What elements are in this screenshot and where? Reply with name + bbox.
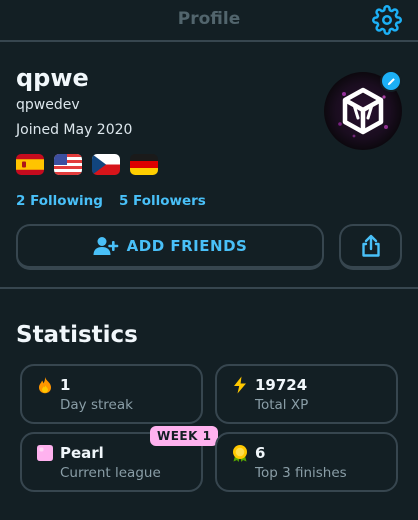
- stat-card-top3: 6 Top 3 finishes: [215, 432, 398, 492]
- page-title: Profile: [177, 9, 241, 29]
- czech-flag[interactable]: [92, 154, 120, 175]
- gear-icon[interactable]: [372, 5, 402, 35]
- pearl-league-icon: [37, 445, 53, 461]
- top3-value: 6: [255, 444, 266, 462]
- week-badge: WEEK 1: [150, 426, 219, 446]
- usa-flag[interactable]: [54, 154, 82, 175]
- add-user-icon: [93, 237, 118, 255]
- share-button[interactable]: [339, 224, 402, 270]
- section-divider: [0, 287, 418, 289]
- streak-value: 1: [60, 376, 71, 394]
- germany-flag[interactable]: [130, 154, 158, 175]
- joined-date: Joined May 2020: [16, 122, 133, 138]
- league-value: Pearl: [60, 444, 104, 462]
- following-link[interactable]: 2 Following: [16, 193, 103, 209]
- follow-stats: 2 Following 5 Followers: [16, 193, 206, 209]
- profile-name: qpwe: [16, 64, 89, 92]
- followers-link[interactable]: 5 Followers: [119, 193, 206, 209]
- xp-value: 19724: [255, 376, 308, 394]
- share-icon: [361, 234, 380, 257]
- streak-label: Day streak: [60, 397, 133, 413]
- stat-card-xp: 19724 Total XP: [215, 364, 398, 424]
- profile-username: qpwedev: [16, 97, 80, 113]
- spain-flag[interactable]: [16, 154, 44, 175]
- add-friends-label: ADD FRIENDS: [126, 237, 248, 255]
- xp-label: Total XP: [255, 397, 309, 413]
- fire-icon: [39, 377, 51, 394]
- lightning-icon: [234, 376, 246, 394]
- language-flags: [16, 154, 158, 175]
- stat-card-streak: 1 Day streak: [20, 364, 203, 424]
- top3-label: Top 3 finishes: [255, 465, 347, 481]
- medal-icon: [233, 445, 247, 462]
- add-friends-button[interactable]: ADD FRIENDS: [16, 224, 324, 270]
- edit-avatar-button[interactable]: [380, 70, 402, 92]
- pencil-icon: [387, 77, 395, 85]
- league-label: Current league: [60, 465, 161, 481]
- statistics-title: Statistics: [16, 322, 138, 348]
- top-bar: Profile: [0, 0, 418, 42]
